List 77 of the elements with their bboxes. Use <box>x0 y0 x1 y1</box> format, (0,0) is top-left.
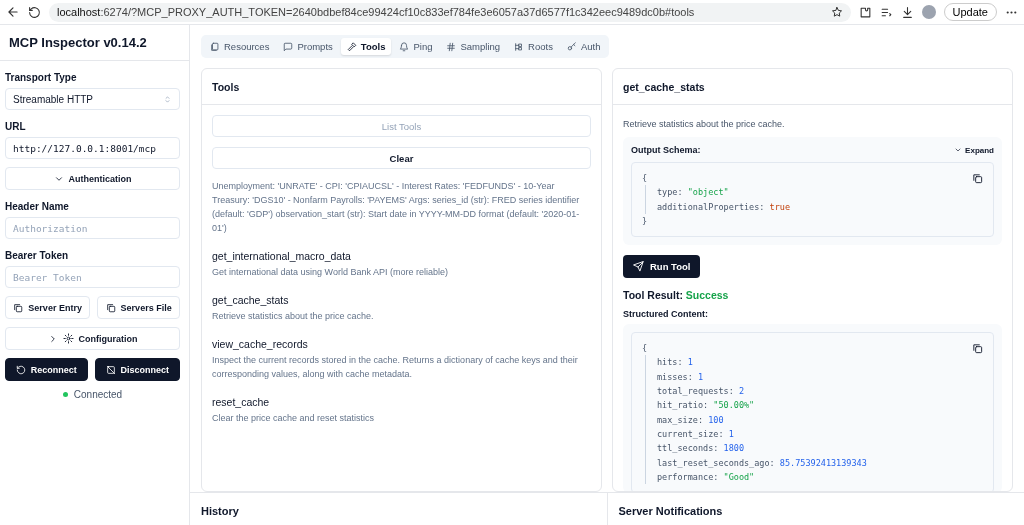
files-icon <box>210 41 220 52</box>
notifications-title: Server Notifications <box>606 493 1024 525</box>
tool-description: Unemployment: 'UNRATE' - CPI: 'CPIAUCSL' - Interest Rates: 'FEDFUNDS' - 10-Year Treasury: 'DGS10' - Nonfarm Payrolls: 'PAYEMS' Args: series_id (str): FRED series identifier (default: 'GDP') observation_start (str): Start date in YYYY-MM-DD format (default: '2020-01-01') <box>212 180 581 235</box>
code-line: hits: 1 <box>657 356 693 370</box>
url-label: URL <box>5 121 27 132</box>
header-name-field[interactable]: Authorization <box>5 217 180 239</box>
tab[interactable]: Auth <box>560 38 607 55</box>
tool-name[interactable]: reset_cache <box>212 396 591 408</box>
history-title: History <box>200 504 240 519</box>
transport-type-label: Transport Type <box>5 72 78 83</box>
reconnect-button[interactable]: Reconnect <box>5 358 88 381</box>
code-brace: { <box>642 172 648 185</box>
code-line: max_size: 100 <box>657 413 724 427</box>
tool-result: Tool Result: Success <box>623 289 730 302</box>
clear-button[interactable]: Clear <box>212 147 591 169</box>
key-icon <box>566 41 577 52</box>
copy-icon <box>13 302 24 313</box>
refresh-icon <box>28 5 41 19</box>
run-tool-button[interactable]: Run Tool <box>623 255 701 279</box>
tab[interactable]: Resources <box>204 38 276 55</box>
address-bar[interactable]: localhost:6274/?MCP_PROXY_AUTH_TOKEN=2640bdbef84ce99424cf10c833ef784fe3e6057a37d6577f1c342eec9489dc0b#tools <box>49 2 851 22</box>
send-icon <box>633 261 644 273</box>
server-entry-button[interactable]: Server Entry <box>5 296 91 319</box>
expand-button[interactable]: Expand <box>954 145 994 155</box>
code-line: misses: 1 <box>657 370 704 384</box>
chevron-down-icon <box>954 146 963 154</box>
tool-name[interactable]: get_international_macro_data <box>212 250 591 262</box>
star-icon <box>830 6 843 18</box>
tab[interactable]: Tools <box>340 38 392 55</box>
disconnect-button[interactable]: Disconnect <box>94 358 180 381</box>
hash-icon <box>446 41 457 52</box>
tool-description: Retrieve statistics about the price cache. <box>623 119 786 129</box>
copy-icon <box>105 302 116 313</box>
tool-description: Inspect the current records stored in the cache. Returns a dictionary of cache keys and their corresponding values, along with cache metadata. <box>212 354 579 381</box>
connection-status: Connected <box>73 389 123 400</box>
bell-icon <box>399 41 410 52</box>
app-title: MCP Inspector v0.14.2 <box>0 25 189 61</box>
tool-description: Get international data using World Bank API (more reliable) <box>212 266 449 279</box>
configuration-button[interactable]: Configuration <box>5 327 180 350</box>
bearer-token-label: Bearer Token <box>5 250 70 261</box>
update-button[interactable]: Update <box>943 3 997 21</box>
code-line: type: "object" <box>657 186 729 200</box>
code-line: performance: "Good" <box>657 470 755 484</box>
header-name-label: Header Name <box>5 201 70 212</box>
chat-bubble-icon <box>283 41 294 52</box>
servers-file-button[interactable]: Servers File <box>97 296 180 319</box>
copy-icon[interactable] <box>972 173 983 184</box>
schema-label: Output Schema: <box>631 145 701 155</box>
transport-select[interactable]: Streamable HTTP <box>5 88 180 110</box>
code-brace: } <box>642 214 648 228</box>
back-icon <box>6 5 20 19</box>
tab[interactable]: Prompts <box>277 38 339 55</box>
panel-title: get_cache_stats <box>613 69 1012 105</box>
panel-title: Tools <box>202 69 601 105</box>
chevron-updown-icon <box>163 94 172 104</box>
code-line: hit_ratio: "50.00%" <box>657 399 755 413</box>
tab[interactable]: Roots <box>508 38 559 55</box>
hammer-icon <box>346 41 357 52</box>
tool-name[interactable]: get_cache_stats <box>212 294 591 306</box>
authentication-button[interactable]: Authentication <box>5 167 180 190</box>
refresh-icon <box>15 364 26 375</box>
code-line: ttl_seconds: 1800 <box>657 442 744 456</box>
code-line: total_requests: 2 <box>657 385 744 399</box>
tool-description: Clear the price cache and reset statistics <box>212 412 376 425</box>
tool-description: Retrieve statistics about the price cache. <box>212 310 375 323</box>
structured-content-label: Structured Content: <box>623 309 709 320</box>
tab[interactable]: Sampling <box>440 38 507 55</box>
tool-name[interactable]: view_cache_records <box>212 338 591 350</box>
url-field[interactable]: http://127.0.0.1:8001/mcp <box>5 137 180 159</box>
code-brace: { <box>642 342 648 356</box>
code-line: current_size: 1 <box>657 427 734 441</box>
tab[interactable]: Ping <box>393 38 439 55</box>
copy-icon[interactable] <box>972 343 983 355</box>
code-line: additionalProperties: true <box>657 200 791 214</box>
code-line: last_reset_seconds_ago: 85.75392413139343 <box>657 456 867 470</box>
bearer-token-field[interactable]: Bearer Token <box>5 266 180 288</box>
download-icon <box>900 5 914 19</box>
